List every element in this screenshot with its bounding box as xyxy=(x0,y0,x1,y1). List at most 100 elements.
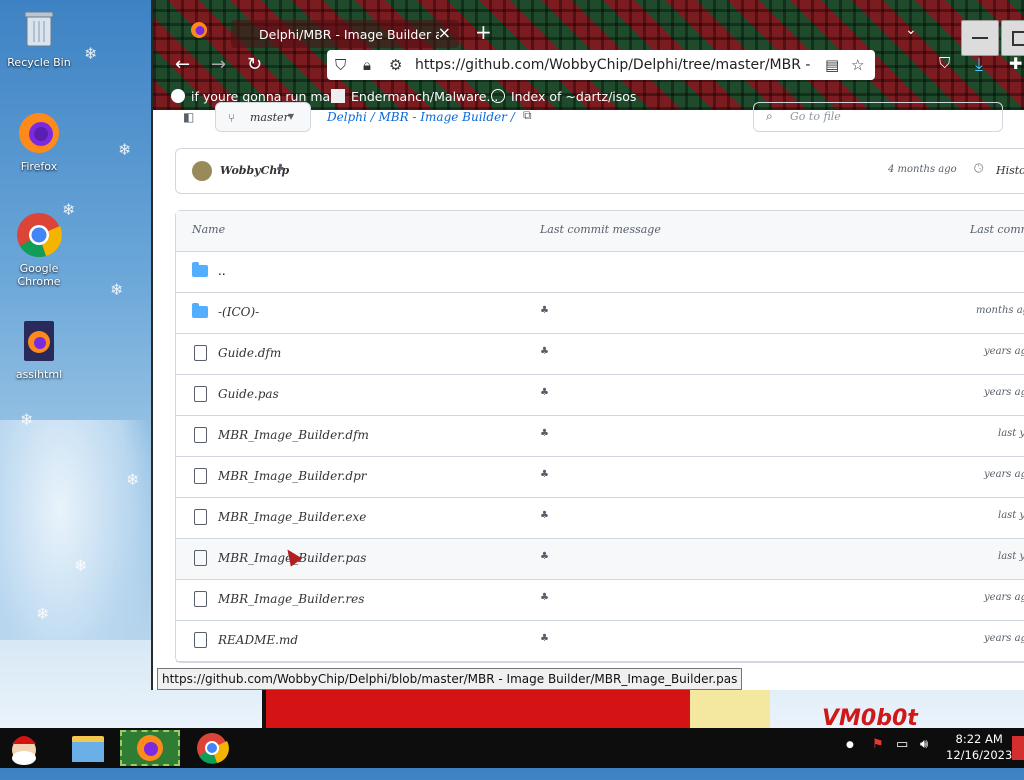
firefox-icon xyxy=(191,22,207,38)
pocket-icon[interactable]: ⛉ xyxy=(939,54,950,72)
notification-dot-icon[interactable]: ● xyxy=(846,740,854,780)
row-date: last year xyxy=(998,510,1024,521)
tab-firefox-view[interactable] xyxy=(189,20,217,44)
url-bar[interactable]: ⛉ 🔒︎ ⚙ https://github.com/WobbyChip/Delp… xyxy=(327,50,875,80)
reader-view-icon[interactable]: ▤ xyxy=(825,56,839,74)
branch-icon: ⑂ xyxy=(228,111,236,125)
snowflake-icon: ❄ xyxy=(36,604,50,623)
table-header: Name Last commit message Last commit dat… xyxy=(176,211,1024,252)
row-message[interactable]: ♣ xyxy=(540,510,549,521)
table-row[interactable]: MBR_Image_Builder.res ♣ years ago xyxy=(176,580,1024,621)
forward-arrow-icon[interactable]: → xyxy=(211,54,226,75)
close-icon[interactable]: × xyxy=(438,23,451,42)
system-clock[interactable]: 8:22 AM 12/16/2023 xyxy=(946,731,1012,763)
row-message[interactable]: ♣ xyxy=(540,551,549,562)
file-icon xyxy=(194,468,207,484)
desktop-icon-google-chrome[interactable]: Google Chrome xyxy=(4,212,74,288)
bookmark-item[interactable]: Endermanch/Malware... xyxy=(331,89,498,104)
bookmark-star-icon[interactable]: ☆ xyxy=(851,56,864,74)
desktop-santa-art xyxy=(262,690,695,728)
row-name[interactable]: MBR_Image_Builder.dpr xyxy=(218,469,367,483)
breadcrumb[interactable]: Delphi / MBR - Image Builder / xyxy=(327,110,515,124)
row-name[interactable]: Guide.dfm xyxy=(218,346,281,360)
new-tab-icon[interactable]: + xyxy=(475,20,492,44)
column-header-message: Last commit message xyxy=(540,223,661,236)
file-icon xyxy=(194,632,207,648)
desktop-icon-label: assihtml xyxy=(15,368,63,381)
row-message[interactable]: ♣ xyxy=(540,305,549,316)
security-alert-icon[interactable]: ⚑ xyxy=(872,737,884,777)
row-name[interactable]: -(ICO)- xyxy=(218,305,259,319)
row-name[interactable]: .. xyxy=(218,264,226,278)
reload-icon[interactable]: ↻ xyxy=(247,54,262,75)
row-date: years ago xyxy=(984,633,1024,644)
sidebar-toggle-icon[interactable]: ◧ xyxy=(183,110,194,124)
row-date: last year xyxy=(998,551,1024,562)
go-to-file-input[interactable]: ⌕ Go to file xyxy=(753,102,1003,132)
row-message[interactable]: ♣ xyxy=(540,633,549,644)
network-icon[interactable]: ▭ xyxy=(896,737,908,777)
chrome-icon xyxy=(197,733,229,764)
table-row[interactable]: README.md ♣ years ago xyxy=(176,621,1024,662)
avatar[interactable] xyxy=(192,161,212,181)
folder-icon xyxy=(192,303,208,318)
row-name[interactable]: MBR_Image_Builder.res xyxy=(218,592,364,606)
history-link[interactable]: History xyxy=(996,164,1024,177)
tab-title: Delphi/MBR - Image Builder at master xyxy=(259,27,439,42)
commit-meta: 4 months ago xyxy=(888,164,957,175)
table-row[interactable]: Guide.pas ♣ years ago xyxy=(176,375,1024,416)
history-icon[interactable]: 🕓︎ xyxy=(974,161,984,176)
taskbar-chrome[interactable] xyxy=(190,730,234,766)
extensions-icon[interactable]: ✚ xyxy=(1009,54,1022,73)
row-name[interactable]: MBR_Image_Builder.exe xyxy=(218,510,366,524)
shield-icon[interactable]: ⛉ xyxy=(335,56,346,74)
table-row[interactable]: .. xyxy=(176,252,1024,293)
row-message[interactable]: ♣ xyxy=(540,469,549,480)
chrome-icon xyxy=(16,212,62,258)
download-icon[interactable]: ⤓ xyxy=(975,54,983,75)
tab-github[interactable]: Delphi/MBR - Image Builder at master × xyxy=(231,20,459,48)
show-desktop-button[interactable] xyxy=(1012,736,1024,760)
table-row[interactable]: MBR_Image_Builder.dfm ♣ last year xyxy=(176,416,1024,457)
browser-toolbar: Delphi/MBR - Image Builder at master × +… xyxy=(153,0,1024,110)
taskbar-file-explorer[interactable] xyxy=(66,730,110,766)
table-row[interactable]: MBR_Image_Builder.dpr ♣ years ago xyxy=(176,457,1024,498)
branch-selector[interactable]: ⑂ master ▾ xyxy=(215,102,311,132)
lock-icon[interactable]: 🔒︎ xyxy=(363,56,371,74)
bookmark-item[interactable]: Index of ~dartz/isos xyxy=(491,89,636,104)
desktop-icon-firefox[interactable]: Firefox xyxy=(4,110,74,173)
taskbar-firefox[interactable] xyxy=(120,730,180,766)
row-name[interactable]: README.md xyxy=(218,633,298,647)
bookmark-label: Index of ~dartz/isos xyxy=(511,89,637,104)
desktop-icon-recycle-bin[interactable]: Recycle Bin xyxy=(4,6,74,69)
html-file-icon xyxy=(16,318,62,364)
url-text[interactable]: https://github.com/WobbyChip/Delphi/tree… xyxy=(415,57,815,73)
github-page: ◧ ⑂ master ▾ Delphi / MBR - Image Builde… xyxy=(153,102,1024,690)
firefox-icon xyxy=(137,735,163,761)
row-name[interactable]: MBR_Image_Builder.dfm xyxy=(218,428,369,442)
file-icon xyxy=(194,550,207,566)
clock-date: 12/16/2023 xyxy=(946,748,1013,762)
row-message[interactable]: ♣ xyxy=(540,428,549,439)
table-row[interactable]: Guide.dfm ♣ years ago xyxy=(176,334,1024,375)
snowflake-icon: ❄ xyxy=(126,470,140,489)
row-message[interactable]: ♣ xyxy=(540,592,549,603)
row-name[interactable]: Guide.pas xyxy=(218,387,279,401)
start-button[interactable] xyxy=(4,730,48,766)
table-row[interactable]: MBR_Image_Builder.exe ♣ last year xyxy=(176,498,1024,539)
desktop-icon-assihtml[interactable]: assihtml xyxy=(4,318,74,381)
search-placeholder: Go to file xyxy=(790,110,841,123)
page-icon xyxy=(331,89,345,103)
table-row[interactable]: -(ICO)- ♣ months ago xyxy=(176,293,1024,334)
chevron-down-icon[interactable]: ⌄ xyxy=(905,22,917,38)
row-date: years ago xyxy=(984,469,1024,480)
row-message[interactable]: ♣ xyxy=(540,387,549,398)
table-row[interactable]: MBR_Image_Builder.pas ♣ last year xyxy=(176,539,1024,580)
permissions-icon[interactable]: ⚙ xyxy=(389,56,402,74)
back-arrow-icon[interactable]: ← xyxy=(175,54,190,75)
volume-icon[interactable]: 🔊︎ xyxy=(920,737,928,777)
search-icon: ⌕ xyxy=(766,109,773,123)
row-message[interactable]: ♣ xyxy=(540,346,549,357)
copy-path-icon[interactable]: ⧉ xyxy=(523,108,532,123)
file-icon xyxy=(194,386,207,402)
